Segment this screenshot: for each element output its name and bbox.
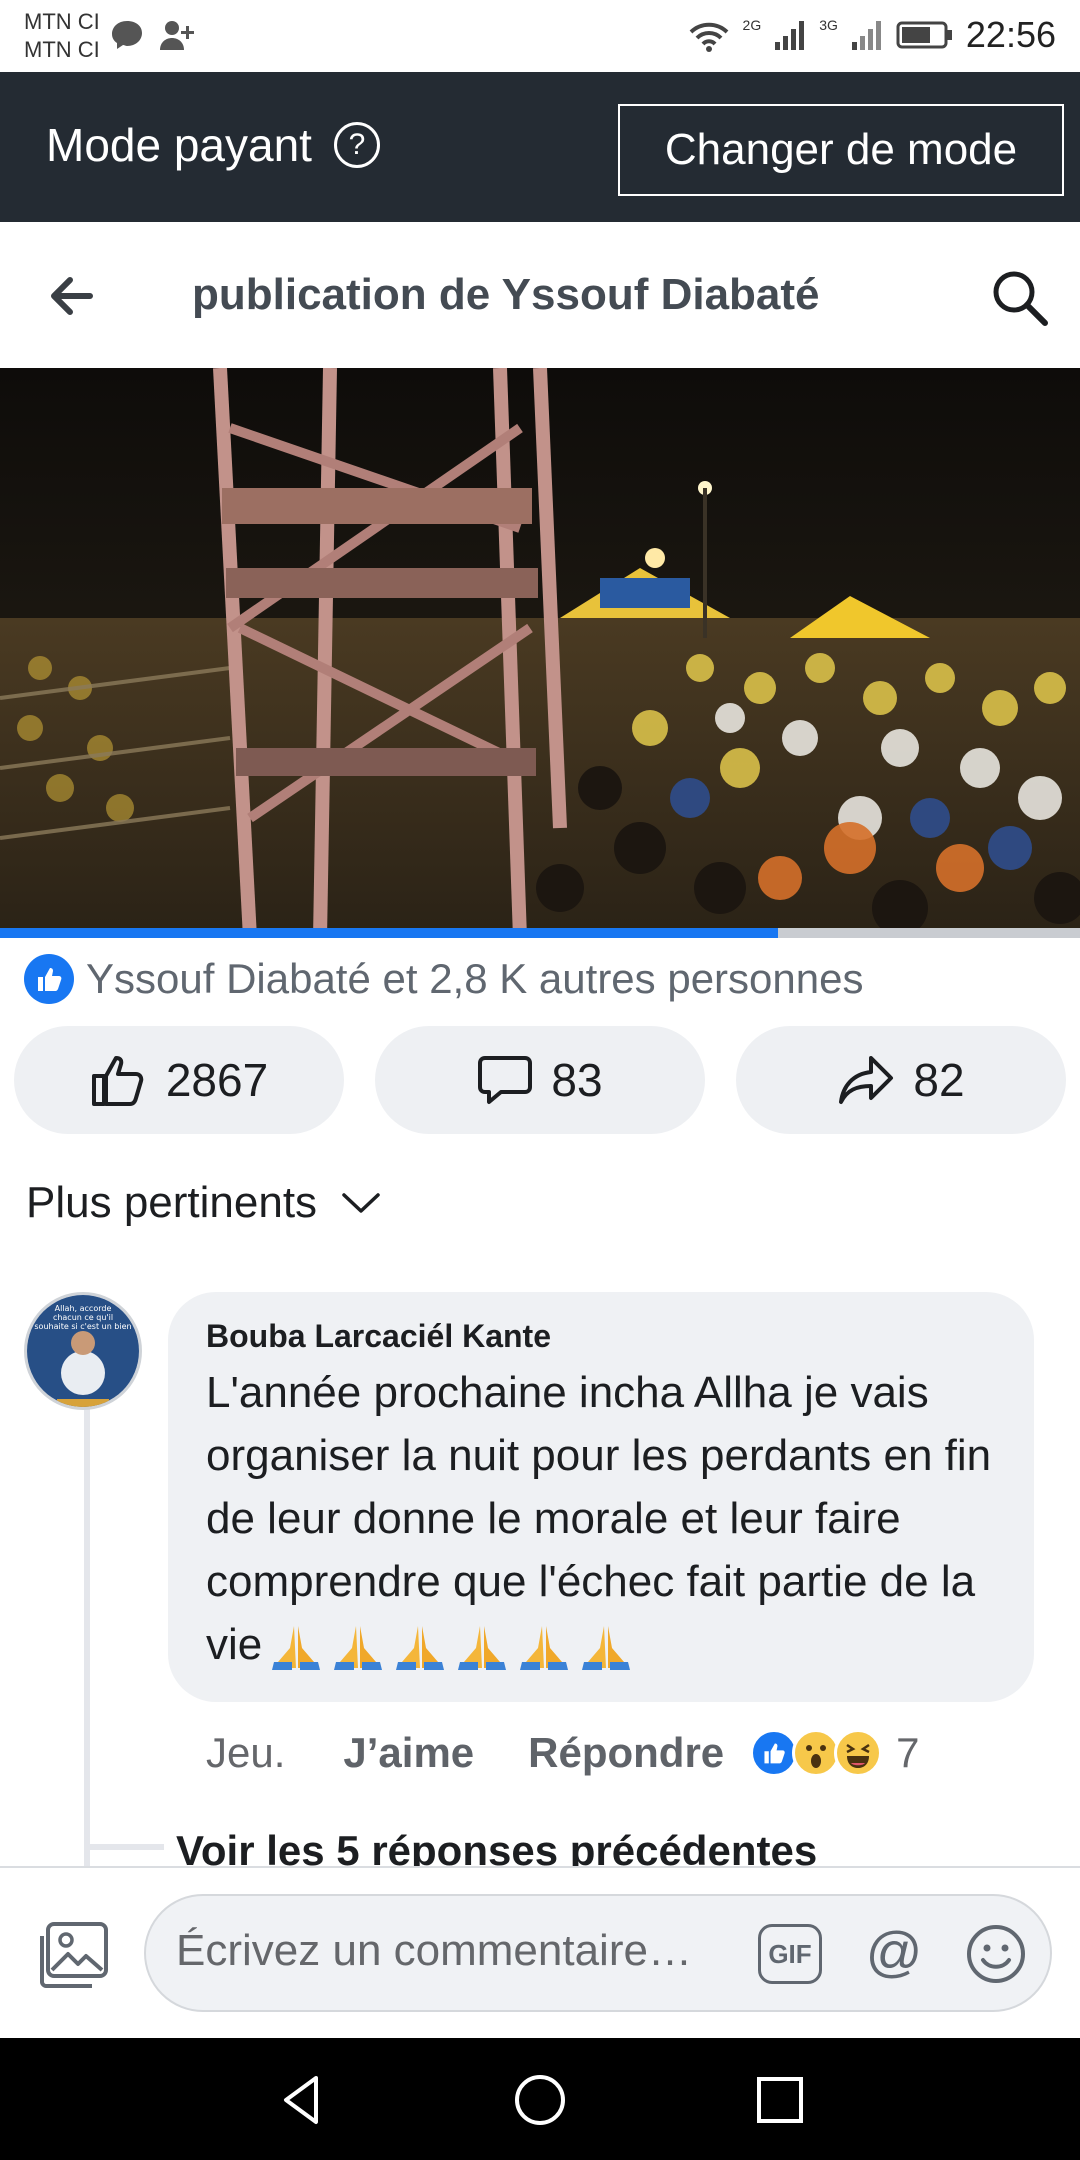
emoji-icon[interactable] bbox=[964, 1922, 1028, 1986]
carrier-labels: MTN CI MTN CI bbox=[24, 8, 100, 64]
data-mode-bar: Mode payant ? Changer de mode bbox=[0, 72, 1080, 222]
search-icon[interactable] bbox=[988, 266, 1052, 330]
comment-sort-dropdown[interactable]: Plus pertinents bbox=[26, 1178, 381, 1228]
comment-composer: Écrivez un commentaire… GIF @ bbox=[0, 1866, 1080, 2038]
recent-apps-icon[interactable] bbox=[748, 2068, 812, 2132]
view-previous-replies-link[interactable]: Voir les 5 réponses précédentes bbox=[176, 1820, 817, 1870]
add-contact-icon bbox=[160, 21, 194, 50]
svg-text:chacun ce qu'il: chacun ce qu'il bbox=[53, 1313, 113, 1322]
comment-reaction-count: 7 bbox=[896, 1729, 920, 1776]
home-circle-icon[interactable] bbox=[508, 2068, 572, 2132]
svg-text:Allah, accorde: Allah, accorde bbox=[55, 1304, 112, 1313]
help-icon[interactable]: ? bbox=[333, 122, 380, 168]
avatar[interactable]: Allah, accorde chacun ce qu'il souhaite … bbox=[24, 1292, 142, 1410]
mode-label: Mode payant ? bbox=[46, 118, 380, 172]
comment-bubble-icon bbox=[478, 1056, 533, 1104]
comment-text: L'année prochaine incha Allha je vais or… bbox=[206, 1361, 996, 1676]
carrier-1: MTN CI bbox=[24, 9, 100, 34]
comment-like-button[interactable]: J’aime bbox=[343, 1729, 474, 1777]
back-triangle-icon[interactable] bbox=[270, 2068, 334, 2132]
praying-hands-emoji-icon bbox=[582, 1626, 631, 1671]
photo-gallery-icon[interactable] bbox=[34, 1920, 110, 1990]
status-bar: MTN CI MTN CI 2G 3G 22:56 bbox=[0, 0, 1080, 72]
change-mode-button[interactable]: Changer de mode bbox=[618, 104, 1064, 196]
comment-input[interactable]: Écrivez un commentaire… GIF @ bbox=[144, 1894, 1052, 2012]
wifi-icon bbox=[689, 22, 728, 52]
status-system-icons: 2G 3G 22:56 bbox=[687, 14, 1056, 56]
page-header: publication de Yssouf Diabaté bbox=[0, 222, 1080, 368]
praying-hands-emoji-icon bbox=[520, 1626, 569, 1671]
svg-text:souhaite si c'est un bien: souhaite si c'est un bien bbox=[34, 1322, 131, 1331]
video-frame bbox=[0, 368, 1080, 938]
comment-author[interactable]: Bouba Larcaciél Kante bbox=[206, 1318, 996, 1355]
praying-hands-emoji-icon bbox=[396, 1626, 445, 1671]
reactions-summary-text: Yssouf Diabaté et 2,8 K autres personnes bbox=[86, 955, 864, 1002]
comment-button[interactable]: 83 bbox=[375, 1026, 705, 1134]
sort-label: Plus pertinents bbox=[26, 1178, 318, 1227]
wow-reaction-icon bbox=[792, 1729, 841, 1777]
comment-bubble[interactable]: Bouba Larcaciél Kante L'année prochaine … bbox=[168, 1292, 1034, 1702]
thumbs-up-icon bbox=[91, 1056, 144, 1106]
video-progress-bar[interactable] bbox=[0, 928, 1080, 938]
like-reaction-icon bbox=[750, 1729, 799, 1777]
comment-input-placeholder: Écrivez un commentaire… bbox=[176, 1926, 692, 1975]
mention-button[interactable]: @ bbox=[862, 1920, 926, 1984]
battery-icon bbox=[896, 21, 952, 49]
praying-hands-emoji-icon bbox=[458, 1626, 507, 1671]
praying-hands-emoji-icon bbox=[272, 1626, 321, 1671]
back-arrow-icon[interactable] bbox=[40, 264, 104, 328]
page-title: publication de Yssouf Diabaté bbox=[192, 270, 820, 319]
reactions-summary[interactable]: Yssouf Diabaté et 2,8 K autres personnes bbox=[24, 948, 863, 1010]
clock: 22:56 bbox=[965, 14, 1056, 55]
messenger-icon bbox=[112, 21, 142, 49]
like-count: 2867 bbox=[165, 1054, 269, 1106]
mode-label-text: Mode payant bbox=[46, 119, 312, 171]
video-progress-fill bbox=[0, 928, 778, 938]
comment-meta: Jeu. J’aime Répondre 7 bbox=[206, 1722, 920, 1784]
praying-hands-emoji-icon bbox=[334, 1626, 383, 1671]
gif-button[interactable]: GIF bbox=[758, 1924, 822, 1984]
comment-count: 83 bbox=[551, 1054, 603, 1106]
like-button[interactable]: 2867 bbox=[14, 1026, 344, 1134]
network-2g-label: 2G bbox=[742, 17, 762, 33]
comment-reply-button[interactable]: Répondre bbox=[528, 1729, 724, 1777]
share-count: 82 bbox=[913, 1054, 965, 1106]
post-actions: 2867 83 82 bbox=[14, 1026, 1066, 1134]
chevron-down-icon bbox=[342, 1193, 380, 1213]
reply-thread-elbow bbox=[84, 1844, 164, 1850]
share-arrow-icon bbox=[839, 1056, 894, 1104]
signal-icon-1 bbox=[775, 21, 805, 50]
comment-timestamp[interactable]: Jeu. bbox=[206, 1729, 285, 1777]
comment-reactions[interactable] bbox=[750, 1729, 883, 1777]
system-navigation-bar bbox=[0, 2038, 1080, 2160]
share-button[interactable]: 82 bbox=[736, 1026, 1066, 1134]
carrier-2: MTN CI bbox=[24, 37, 100, 62]
network-3g-label: 3G bbox=[819, 17, 838, 33]
like-reaction-icon bbox=[24, 954, 74, 1004]
status-notification-icons bbox=[110, 18, 196, 52]
video-player[interactable] bbox=[0, 368, 1080, 938]
haha-reaction-icon bbox=[834, 1729, 883, 1777]
signal-icon-2 bbox=[851, 21, 881, 50]
reply-thread-line bbox=[84, 1400, 90, 1870]
